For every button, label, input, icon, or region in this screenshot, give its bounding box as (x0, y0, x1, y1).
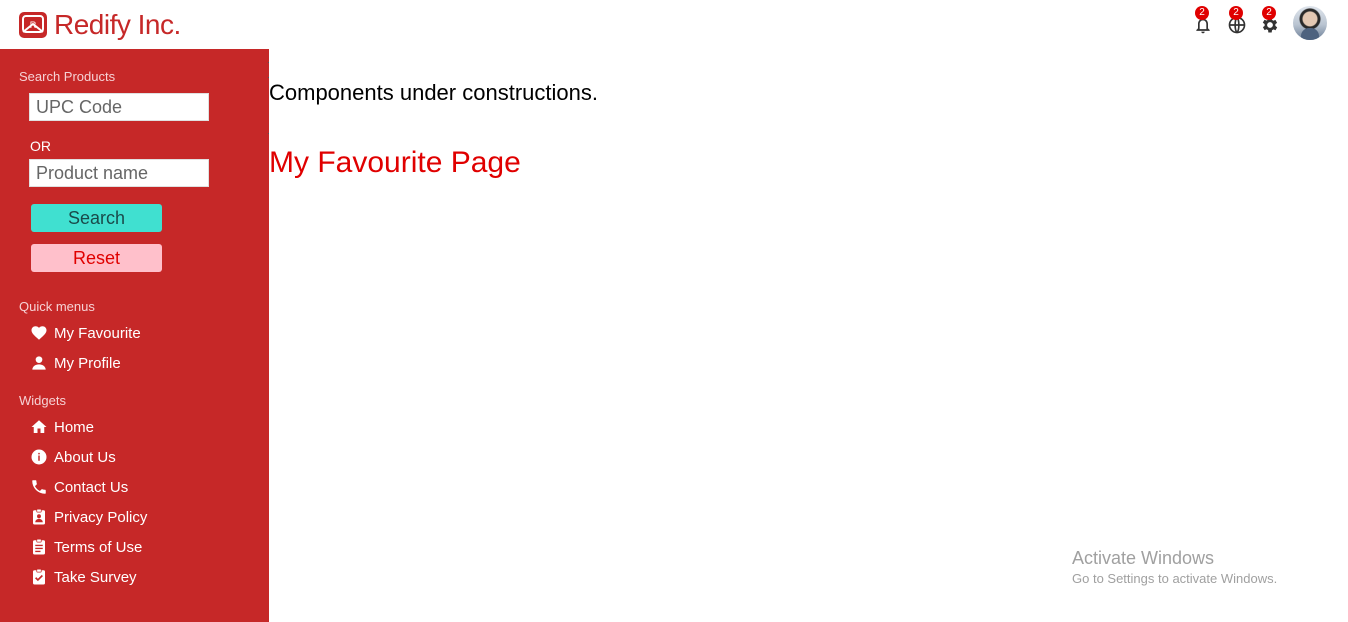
badge-icon (30, 508, 48, 526)
settings-button[interactable]: 2 (1259, 6, 1281, 34)
heart-icon (30, 324, 48, 342)
quick-menus-heading: Quick menus (19, 299, 95, 314)
upc-code-input[interactable] (29, 93, 209, 121)
menu-item-label: Privacy Policy (54, 508, 148, 526)
widgets-heading: Widgets (19, 393, 66, 408)
windows-activation-watermark: Activate Windows Go to Settings to activ… (1072, 548, 1277, 586)
divider-dot (268, 62, 269, 63)
notifications-button[interactable]: 2 (1192, 6, 1214, 34)
watermark-subtitle: Go to Settings to activate Windows. (1072, 571, 1278, 586)
menu-item-privacy-policy[interactable]: Privacy Policy (30, 506, 147, 528)
menu-item-label: Contact Us (54, 478, 129, 496)
logo-icon: R (19, 12, 47, 38)
menu-item-label: Home (54, 418, 95, 436)
menu-item-take-survey[interactable]: Take Survey (30, 566, 137, 588)
menu-item-label: Terms of Use (54, 538, 143, 556)
menu-item-home[interactable]: Home (30, 416, 94, 438)
search-products-heading: Search Products (19, 69, 116, 84)
clipboard-icon (30, 538, 48, 556)
brand-name: Redify Inc. (54, 9, 181, 40)
divider-dot (268, 133, 269, 134)
or-label: OR (30, 138, 51, 154)
menu-item-label: My Profile (54, 354, 121, 372)
settings-badge: 2 (1262, 6, 1276, 20)
user-avatar[interactable] (1293, 6, 1327, 40)
menu-item-about-us[interactable]: About Us (30, 446, 116, 468)
menu-item-label: My Favourite (54, 324, 141, 342)
person-icon (30, 354, 48, 372)
menu-item-terms-of-use[interactable]: Terms of Use (30, 536, 142, 558)
search-button[interactable]: Search (31, 204, 162, 232)
sidebar: Search Products OR Search Reset Quick me… (0, 49, 269, 622)
menu-item-label: Take Survey (54, 568, 137, 586)
notification-badge: 2 (1195, 6, 1209, 20)
info-icon (30, 448, 48, 466)
page-title: My Favourite Page (269, 146, 521, 179)
svg-text:R: R (30, 20, 37, 30)
menu-item-contact-us[interactable]: Contact Us (30, 476, 128, 498)
divider-dot (268, 77, 269, 78)
menu-item-my-favourite[interactable]: My Favourite (30, 322, 141, 344)
product-name-input[interactable] (29, 159, 209, 187)
reset-button[interactable]: Reset (31, 244, 162, 272)
clipboard-check-icon (30, 568, 48, 586)
top-header: R Redify Inc. 2 2 2 (0, 0, 1348, 49)
language-badge: 2 (1229, 6, 1243, 20)
menu-item-my-profile[interactable]: My Profile (30, 352, 121, 374)
brand-logo[interactable]: R Redify Inc. (18, 7, 181, 43)
phone-icon (30, 478, 48, 496)
language-button[interactable]: 2 (1226, 6, 1248, 34)
menu-item-label: About Us (54, 448, 116, 466)
home-icon (30, 418, 48, 436)
watermark-title: Activate Windows (1072, 548, 1215, 568)
construction-notice: Components under constructions. (269, 80, 598, 105)
